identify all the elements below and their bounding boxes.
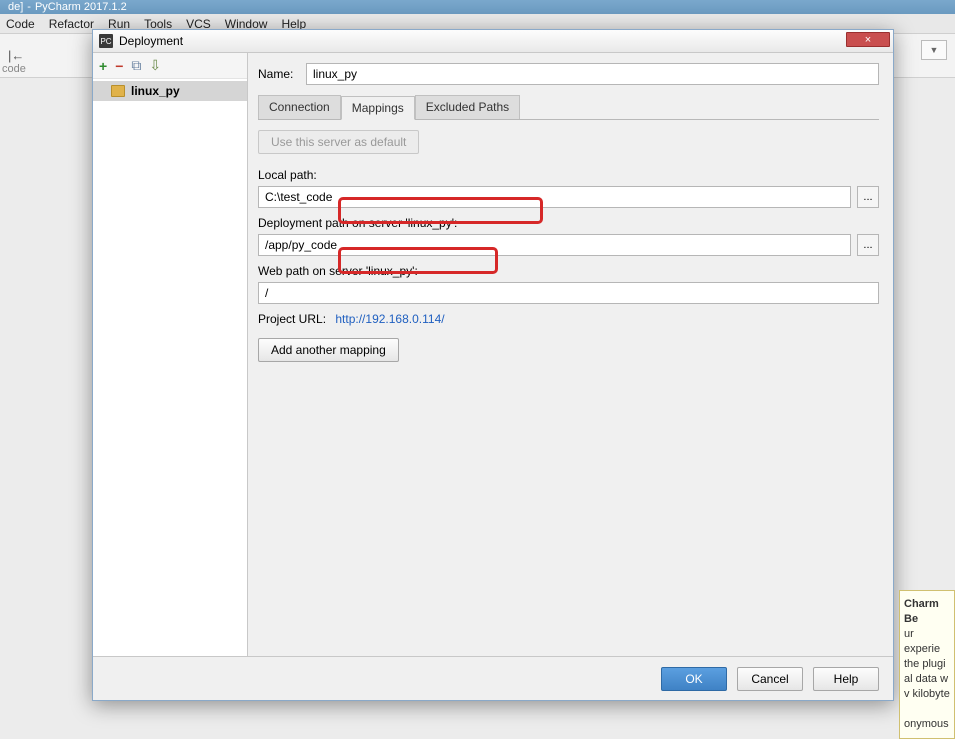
web-path-input[interactable] [258,282,879,304]
notif-line: al data w [904,673,948,685]
tab-connection[interactable]: Connection [258,95,341,119]
local-path-input[interactable] [258,186,851,208]
code-stub-label: code [2,63,26,75]
deploy-path-label: Deployment path on server 'linux_py': [258,216,879,230]
servers-toolbar: + − ⧉ ⇩ [93,53,247,79]
local-path-browse-button[interactable]: ... [857,186,879,208]
app-titlebar: de] - PyCharm 2017.1.2 [0,0,955,14]
notif-title: Charm Be [904,598,939,625]
server-item-linux-py[interactable]: linux_py [93,81,247,101]
app-title: PyCharm 2017.1.2 [35,0,127,14]
menu-code[interactable]: Code [6,17,35,31]
notif-line: v kilobyte [904,688,950,700]
close-button[interactable]: × [846,32,890,47]
help-button[interactable]: Help [813,667,879,691]
project-url-link[interactable]: http://192.168.0.114/ [335,312,444,326]
project-url-label: Project URL: [258,312,326,326]
use-default-button: Use this server as default [258,130,419,154]
import-server-icon[interactable]: ⇩ [149,57,161,74]
server-name: linux_py [131,84,180,98]
add-server-icon[interactable]: + [99,58,107,74]
dialog-footer: OK Cancel Help [93,656,893,700]
deploy-path-browse-button[interactable]: ... [857,234,879,256]
dialog-icon: PC [99,34,113,48]
menu-refactor[interactable]: Refactor [49,17,94,31]
dialog-title: Deployment [119,34,183,48]
copy-server-icon[interactable]: ⧉ [131,57,141,74]
local-path-label: Local path: [258,168,879,182]
dialog-titlebar: PC Deployment × [93,30,893,53]
name-input[interactable] [306,63,879,85]
servers-panel: + − ⧉ ⇩ linux_py [93,53,248,656]
notification-panel: Charm Be ur experie the plugi al data w … [899,590,955,739]
back-icon[interactable]: |← [8,48,24,63]
deployment-dialog: PC Deployment × + − ⧉ ⇩ linux_py Name: [92,29,894,701]
tab-excluded-paths[interactable]: Excluded Paths [415,95,520,119]
top-right-dropdown[interactable]: ▼ [921,40,947,60]
server-list: linux_py [93,79,247,656]
settings-panel: Name: Connection Mappings Excluded Paths… [248,53,893,656]
deploy-path-input[interactable] [258,234,851,256]
add-mapping-button[interactable]: Add another mapping [258,338,399,362]
title-prefix: de] [8,0,23,14]
cancel-button[interactable]: Cancel [737,667,803,691]
ok-button[interactable]: OK [661,667,727,691]
web-path-label: Web path on server 'linux_py': [258,264,879,278]
settings-tabs: Connection Mappings Excluded Paths [258,95,879,120]
remove-server-icon[interactable]: − [115,58,123,74]
notif-line: onymous [904,718,949,730]
tab-mappings[interactable]: Mappings [341,96,415,120]
server-icon [111,85,125,97]
notif-line: the plugi [904,658,946,670]
name-label: Name: [258,67,306,81]
notif-line: ur experie [904,628,940,655]
